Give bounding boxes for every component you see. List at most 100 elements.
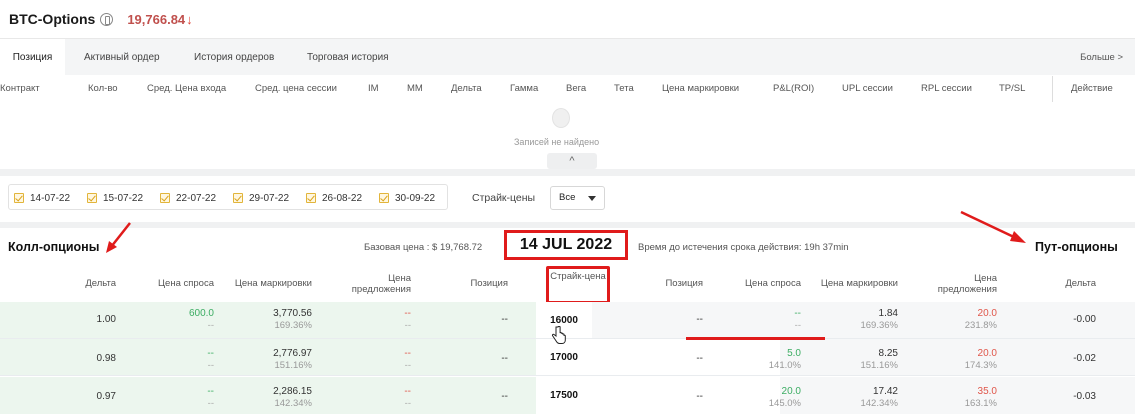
put-col-ask[interactable]: Цена предложения [916, 273, 997, 295]
call-bid[interactable]: -- [134, 386, 214, 397]
col-im[interactable]: IM [368, 83, 379, 94]
col-avg-entry[interactable]: Сред. Цена входа [147, 83, 226, 94]
col-rpl-session[interactable]: RPL сессии [921, 83, 972, 94]
call-ask[interactable]: -- [330, 348, 411, 359]
checkbox-checked-icon[interactable] [87, 193, 97, 203]
col-contract[interactable]: Контракт [0, 83, 40, 94]
expiry-date-label: 30-09-22 [395, 192, 436, 204]
call-ask[interactable]: -- [330, 386, 411, 397]
put-col-delta[interactable]: Дельта [1040, 278, 1096, 289]
option-chain-row[interactable]: 0.98 -- -- 2,776.97 151.16% -- -- -- 170… [0, 339, 1135, 376]
col-delta[interactable]: Дельта [451, 83, 482, 94]
expiry-filter-group: 14-07-22 15-07-22 22-07-22 29-07-22 26-0… [8, 184, 448, 210]
annotation-underline [686, 337, 825, 340]
call-col-mark[interactable]: Цена маркировки [222, 278, 312, 289]
put-bid-iv: 141.0% [768, 360, 801, 371]
expiry-date-label: 15-07-22 [103, 192, 144, 204]
put-ask-iv: 231.8% [964, 320, 997, 331]
put-ask[interactable]: 35.0 [916, 386, 997, 397]
tab-active-orders[interactable]: Активный ордер [84, 39, 160, 76]
expiry-checkbox[interactable]: 22-07-22 [160, 191, 216, 205]
base-price: Базовая цена : $ 19,768.72 [364, 242, 483, 253]
put-mark: 17.42 [872, 386, 898, 397]
checkbox-checked-icon[interactable] [14, 193, 24, 203]
put-position: -- [696, 391, 703, 402]
put-mark: 1.84 [878, 308, 898, 319]
put-delta: -0.02 [1073, 353, 1096, 364]
call-position: -- [501, 391, 508, 402]
collapse-button[interactable]: ^ [547, 153, 597, 169]
put-bid[interactable]: -- [720, 308, 801, 319]
call-position: -- [501, 314, 508, 325]
call-col-position[interactable]: Позиция [450, 278, 508, 289]
top-bar: BTC-Options 19,766.84 ↓ [0, 0, 1135, 38]
put-bid[interactable]: 5.0 [720, 348, 801, 359]
call-delta: 0.97 [96, 391, 116, 402]
call-bid-iv: -- [207, 320, 214, 331]
call-ask-iv: -- [404, 320, 411, 331]
instrument-title[interactable]: BTC-Options [9, 11, 95, 27]
expiry-date-highlight: 14 JUL 2022 [504, 230, 628, 260]
option-chain-row[interactable]: 1.00 600.0 -- 3,770.56 169.36% -- -- -- … [0, 302, 1135, 339]
col-pnl[interactable]: P&L(ROI) [773, 83, 814, 94]
col-vega[interactable]: Вега [566, 83, 586, 94]
empty-state-text: Записей не найдено [514, 137, 600, 147]
put-delta: -0.03 [1073, 391, 1096, 402]
strike-col-header[interactable]: Страйк-цена [546, 271, 610, 282]
col-tpsl[interactable]: TP/SL [999, 83, 1025, 94]
expiry-checkbox[interactable]: 29-07-22 [233, 191, 289, 205]
put-col-mark[interactable]: Цена маркировки [808, 278, 898, 289]
positions-table-header: Контракт Кол-во Сред. Цена входа Сред. ц… [0, 75, 1135, 102]
more-link[interactable]: Больше > [1080, 39, 1123, 76]
put-ask[interactable]: 20.0 [916, 348, 997, 359]
puts-annotation-arrow-icon [960, 210, 1026, 243]
expiry-checkbox[interactable]: 15-07-22 [87, 191, 143, 205]
expiry-checkbox[interactable]: 14-07-22 [14, 191, 70, 205]
put-position: -- [696, 314, 703, 325]
col-gamma[interactable]: Гамма [510, 83, 538, 94]
call-mark-iv: 169.36% [274, 320, 312, 331]
info-icon[interactable] [100, 12, 114, 26]
col-mm[interactable]: MM [407, 83, 423, 94]
expiry-checkbox[interactable]: 26-08-22 [306, 191, 362, 205]
col-mark-price[interactable]: Цена маркировки [662, 83, 739, 94]
put-mark: 8.25 [878, 348, 898, 359]
put-col-position[interactable]: Позиция [640, 278, 703, 289]
expiry-checkbox[interactable]: 30-09-22 [379, 191, 435, 205]
last-price: 19,766.84 [127, 11, 186, 27]
checkbox-checked-icon[interactable] [306, 193, 316, 203]
put-col-bid[interactable]: Цена спроса [720, 278, 801, 289]
strike-price: 17500 [536, 377, 592, 414]
call-col-bid[interactable]: Цена спроса [134, 278, 214, 289]
call-col-delta[interactable]: Дельта [56, 278, 116, 289]
put-bid-iv: 145.0% [768, 398, 801, 409]
put-bid-iv: -- [794, 320, 801, 331]
row-divider [0, 375, 1135, 376]
col-avg-session[interactable]: Сред. цена сессии [255, 83, 337, 94]
checkbox-checked-icon[interactable] [160, 193, 170, 203]
call-mark: 2,286.15 [273, 386, 312, 397]
puts-section-title: Пут-опционы [1035, 240, 1118, 254]
tab-position[interactable]: Позиция [0, 39, 65, 76]
col-theta[interactable]: Тета [614, 83, 634, 94]
put-bid[interactable]: 20.0 [720, 386, 801, 397]
col-upl-session[interactable]: UPL сессии [842, 83, 893, 94]
call-ask-iv: -- [404, 360, 411, 371]
time-to-expiry: Время до истечения срока действия: 19h 3… [638, 242, 849, 253]
option-chain-row[interactable]: 0.97 -- -- 2,286.15 142.34% -- -- -- 175… [0, 377, 1135, 414]
strike-select[interactable]: Все [550, 186, 605, 210]
call-bid[interactable]: -- [134, 348, 214, 359]
call-ask[interactable]: -- [330, 308, 411, 319]
tab-trade-history[interactable]: Торговая история [307, 39, 389, 76]
tab-order-history[interactable]: История ордеров [194, 39, 274, 76]
price-down-arrow-icon: ↓ [186, 11, 193, 27]
call-bid[interactable]: 600.0 [134, 308, 214, 319]
empty-state-icon [552, 108, 570, 128]
col-qty[interactable]: Кол-во [88, 83, 118, 94]
col-action[interactable]: Действие [1071, 83, 1113, 94]
checkbox-checked-icon[interactable] [379, 193, 389, 203]
checkbox-checked-icon[interactable] [233, 193, 243, 203]
calls-section-title: Колл-опционы [8, 240, 100, 254]
call-col-ask[interactable]: Цена предложения [330, 273, 411, 295]
put-ask[interactable]: 20.0 [916, 308, 997, 319]
